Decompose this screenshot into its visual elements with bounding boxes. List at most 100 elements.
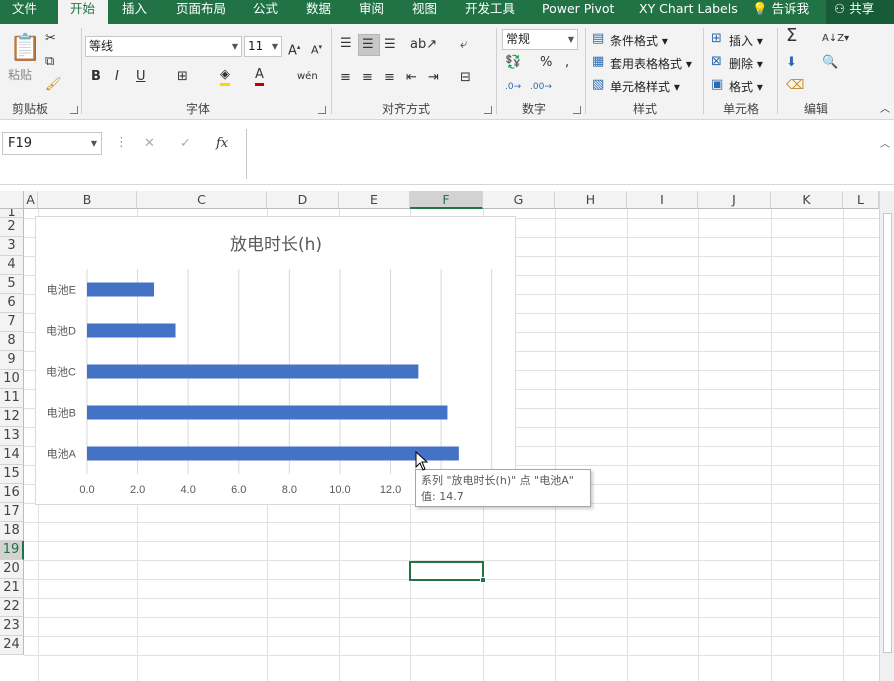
tab-xy-chart-labels[interactable]: XY Chart Labels — [639, 0, 738, 24]
fill-handle[interactable] — [480, 577, 486, 583]
wrap-text-icon[interactable]: ⤶ — [460, 37, 467, 53]
tab-view[interactable]: 视图 — [412, 0, 437, 24]
fill-icon[interactable]: ⬇ — [786, 55, 797, 71]
find-select-icon[interactable]: 🔍 — [822, 55, 838, 71]
active-cell-F19[interactable] — [409, 561, 486, 583]
autosum-icon[interactable]: Σ — [786, 27, 797, 45]
enter-icon[interactable]: ✓ — [180, 136, 191, 152]
font-launcher-icon[interactable] — [318, 106, 326, 114]
chart-plot[interactable]: 0.02.04.06.08.010.012.014.016.0电池A电池B电池C… — [36, 217, 517, 506]
name-box[interactable]: F19 ▼ — [2, 132, 102, 155]
increase-decimal-icon[interactable]: .0→ — [505, 79, 521, 95]
row-header-10[interactable]: 10 — [0, 370, 24, 389]
row-header-7[interactable]: 7 — [0, 313, 24, 332]
column-header-I[interactable]: I — [627, 191, 698, 209]
copy-icon[interactable]: ⧉ — [45, 54, 54, 70]
insert-cells-button[interactable]: 插入 ▾ — [729, 32, 763, 49]
cut-icon[interactable]: ✂ — [45, 31, 56, 47]
row-header-2[interactable]: 2 — [0, 218, 24, 237]
cell-styles-button[interactable]: 单元格样式 ▾ — [610, 78, 680, 95]
formula-input[interactable] — [246, 129, 894, 179]
phonetic-guide-icon[interactable]: wén — [297, 69, 318, 85]
share-button[interactable]: ⚇ 共享 — [826, 0, 894, 24]
alignment-launcher-icon[interactable] — [484, 106, 492, 114]
tab-developer[interactable]: 开发工具 — [465, 0, 515, 24]
underline-button[interactable]: U — [136, 69, 146, 85]
tab-power-pivot[interactable]: Power Pivot — [542, 0, 614, 24]
tab-review[interactable]: 审阅 — [359, 0, 384, 24]
number-launcher-icon[interactable] — [573, 106, 581, 114]
accounting-format-icon[interactable]: 💱 — [505, 55, 521, 71]
row-header-4[interactable]: 4 — [0, 256, 24, 275]
column-header-K[interactable]: K — [771, 191, 843, 209]
row-header-15[interactable]: 15 — [0, 465, 24, 484]
clipboard-launcher-icon[interactable] — [70, 106, 78, 114]
bar-电池E[interactable] — [87, 282, 155, 297]
row-header-21[interactable]: 21 — [0, 579, 24, 598]
column-header-C[interactable]: C — [137, 191, 267, 209]
tab-page-layout[interactable]: 页面布局 — [176, 0, 226, 24]
borders-icon[interactable]: ⊞ — [177, 69, 188, 85]
font-name-select[interactable]: 等线 ▼ — [85, 36, 242, 57]
column-header-B[interactable]: B — [38, 191, 137, 209]
column-header-E[interactable]: E — [339, 191, 410, 209]
column-header-F[interactable]: F — [410, 191, 483, 209]
italic-button[interactable]: I — [115, 69, 119, 85]
row-header-14[interactable]: 14 — [0, 446, 24, 465]
tell-me-search[interactable]: 💡 告诉我 — [752, 0, 809, 17]
column-header-J[interactable]: J — [698, 191, 771, 209]
align-left-icon[interactable]: ≡ — [340, 70, 351, 86]
row-header-6[interactable]: 6 — [0, 294, 24, 313]
tab-data[interactable]: 数据 — [306, 0, 331, 24]
paste-label[interactable]: 粘贴 — [8, 66, 32, 83]
row-header-20[interactable]: 20 — [0, 560, 24, 579]
bar-电池B[interactable] — [87, 405, 448, 420]
select-all-corner[interactable] — [0, 191, 24, 209]
clear-icon[interactable]: ⌫ — [786, 78, 804, 94]
tab-home[interactable]: 开始 — [58, 0, 108, 25]
row-header-5[interactable]: 5 — [0, 275, 24, 294]
increase-indent-icon[interactable]: ⇥ — [428, 70, 439, 86]
row-header-24[interactable]: 24 — [0, 636, 24, 655]
column-header-H[interactable]: H — [555, 191, 627, 209]
bold-button[interactable]: B — [91, 69, 101, 85]
column-header-D[interactable]: D — [267, 191, 339, 209]
row-header-1[interactable]: 1 — [0, 206, 24, 219]
delete-cells-button[interactable]: 删除 ▾ — [729, 55, 763, 72]
percent-icon[interactable]: % — [540, 55, 552, 71]
row-header-13[interactable]: 13 — [0, 427, 24, 446]
font-size-select[interactable]: 11 ▼ — [244, 36, 282, 57]
row-header-23[interactable]: 23 — [0, 617, 24, 636]
insert-function-icon[interactable]: fx — [216, 136, 228, 152]
bar-电池A[interactable] — [87, 446, 459, 461]
vertical-scrollbar[interactable] — [879, 191, 894, 681]
row-header-18[interactable]: 18 — [0, 522, 24, 541]
row-header-17[interactable]: 17 — [0, 503, 24, 522]
row-header-12[interactable]: 12 — [0, 408, 24, 427]
row-header-19[interactable]: 19 — [0, 541, 24, 560]
paste-icon[interactable]: 📋 — [9, 34, 41, 62]
shrink-font-icon[interactable]: A▾ — [311, 39, 322, 59]
comma-style-icon[interactable]: , — [565, 55, 569, 71]
align-center-icon[interactable]: ≡ — [362, 70, 373, 86]
decrease-decimal-icon[interactable]: .00→ — [530, 79, 552, 95]
align-right-icon[interactable]: ≡ — [384, 70, 395, 86]
tab-file[interactable]: 文件 — [12, 0, 37, 24]
row-header-11[interactable]: 11 — [0, 389, 24, 408]
conditional-format-button[interactable]: 条件格式 ▾ — [610, 32, 668, 49]
row-header-8[interactable]: 8 — [0, 332, 24, 351]
orientation-icon[interactable]: ab↗ — [410, 37, 437, 53]
fill-color-icon[interactable]: ◈ — [220, 67, 230, 86]
align-top-icon[interactable]: ☰ — [340, 36, 352, 52]
format-as-table-button[interactable]: 套用表格格式 ▾ — [610, 55, 692, 72]
format-painter-icon[interactable]: 🖌 — [45, 77, 62, 93]
sort-filter-icon[interactable]: A↓Z▾ — [822, 31, 849, 47]
chart-object[interactable]: 放电时长(h) 0.02.04.06.08.010.012.014.016.0电… — [35, 216, 516, 505]
expand-formula-icon[interactable]: ︿ — [880, 137, 890, 153]
bar-电池C[interactable] — [87, 364, 419, 379]
align-bottom-icon[interactable]: ☰ — [384, 37, 396, 53]
bar-电池D[interactable] — [87, 323, 176, 338]
tab-insert[interactable]: 插入 — [122, 0, 147, 24]
grow-font-icon[interactable]: A▴ — [288, 39, 300, 59]
column-header-L[interactable]: L — [843, 191, 879, 209]
